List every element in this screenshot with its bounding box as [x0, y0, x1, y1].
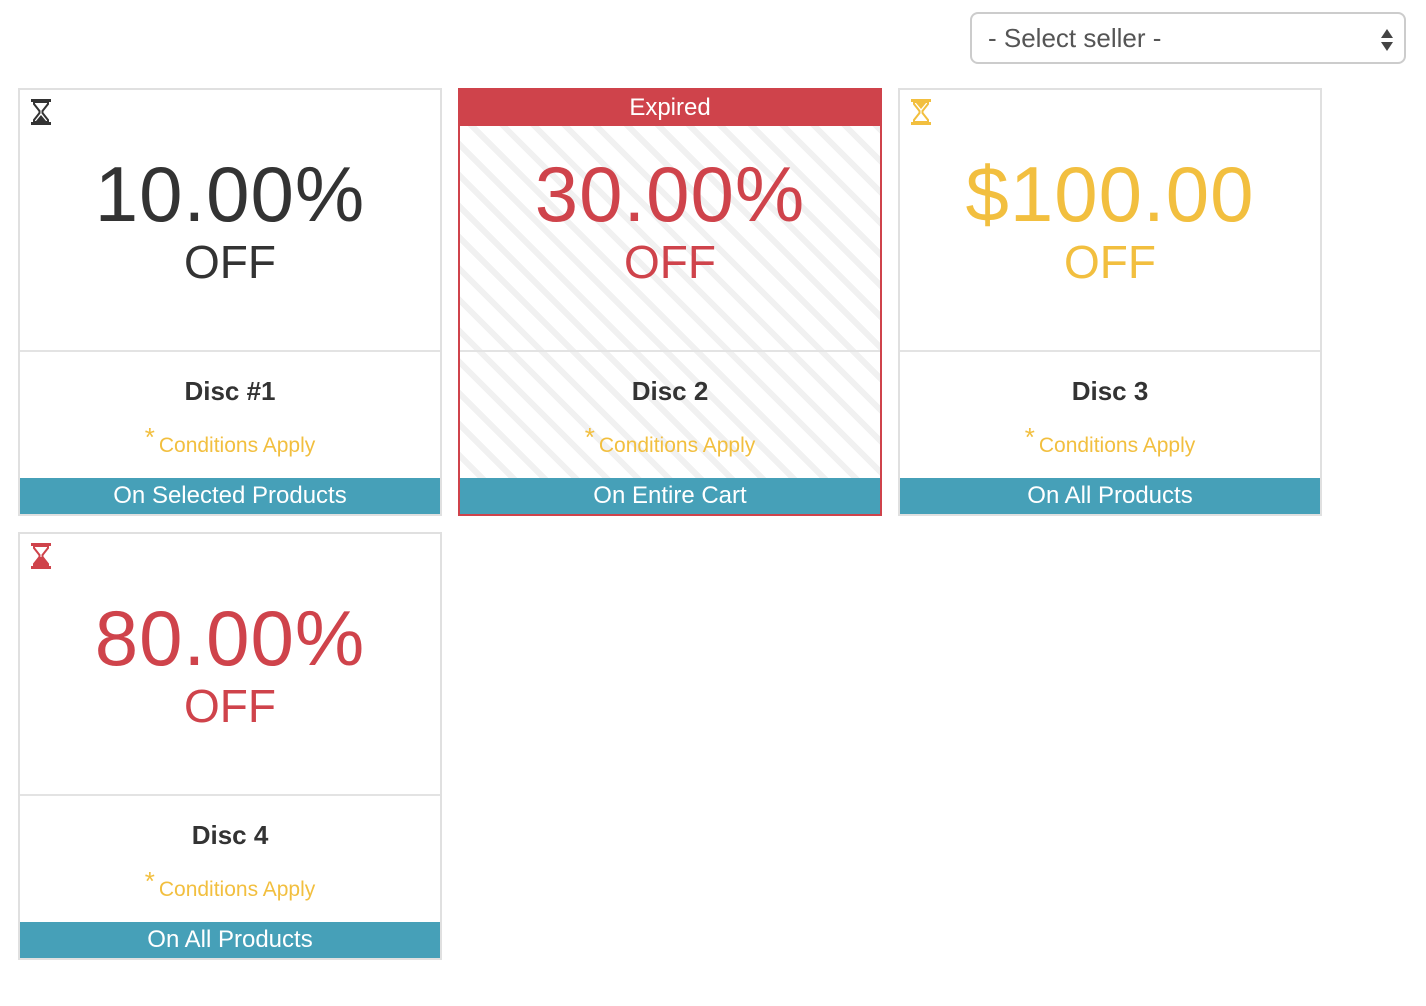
conditions-star: *: [584, 422, 595, 452]
conditions-label: Conditions Apply: [158, 434, 316, 457]
conditions-star: *: [144, 866, 155, 896]
discount-name: Disc 3: [1071, 376, 1149, 406]
discount-card-4[interactable]: 80.00% OFF Disc 4 * Conditions Apply On A…: [18, 532, 442, 960]
discount-card-header: $100.00 OFF: [900, 90, 1320, 352]
discount-name: Disc 2: [631, 376, 709, 406]
seller-select[interactable]: - Select seller -: [970, 12, 1406, 64]
discount-amount: 80.00%: [94, 594, 366, 682]
discount-name: Disc #1: [184, 376, 276, 406]
discount-scope: On All Products: [20, 922, 440, 958]
discount-name: Disc 4: [191, 820, 269, 850]
discount-card-1[interactable]: 10.00% OFF Disc #1 * Conditions Apply On …: [18, 88, 442, 516]
discount-off-label: OFF: [624, 236, 716, 288]
discount-scope: On All Products: [900, 478, 1320, 514]
seller-select-value: - Select seller -: [988, 22, 1162, 53]
conditions-label: Conditions Apply: [598, 434, 756, 457]
discount-amount: 30.00%: [534, 150, 806, 238]
discount-amount: 10.00%: [94, 150, 366, 238]
discount-off-label: OFF: [184, 236, 276, 288]
discount-card-header: 10.00% OFF: [20, 90, 440, 352]
conditions-apply-link[interactable]: * Conditions Apply: [900, 422, 1320, 458]
hourglass-icon: [911, 99, 931, 125]
conditions-apply-link[interactable]: * Conditions Apply: [20, 866, 440, 902]
select-arrows-icon: [1381, 29, 1393, 51]
discount-off-label: OFF: [184, 680, 276, 732]
discount-card-3[interactable]: $100.00 OFF Disc 3 * Conditions Apply On …: [898, 88, 1322, 516]
discount-scope: On Selected Products: [20, 478, 440, 514]
conditions-apply-link[interactable]: * Conditions Apply: [20, 422, 440, 458]
expired-banner: Expired: [460, 90, 880, 126]
conditions-label: Conditions Apply: [158, 878, 316, 901]
conditions-label: Conditions Apply: [1038, 434, 1196, 457]
discount-card-header: 30.00% OFF: [460, 90, 880, 352]
discount-scope: On Entire Cart: [460, 478, 880, 514]
discount-card-header: 80.00% OFF: [20, 534, 440, 796]
conditions-apply-link[interactable]: * Conditions Apply: [460, 422, 880, 458]
discount-off-label: OFF: [1064, 236, 1156, 288]
conditions-star: *: [144, 422, 155, 452]
hourglass-icon: [31, 99, 51, 125]
discount-amount: $100.00: [965, 150, 1255, 238]
conditions-star: *: [1024, 422, 1035, 452]
hourglass-icon: [31, 543, 51, 569]
discount-card-2[interactable]: 30.00% OFF Expired Disc 2 * Conditions Ap…: [458, 88, 882, 516]
discounts-page: - Select seller - 10.00% OFF Disc #1 * Co…: [0, 0, 1426, 1006]
